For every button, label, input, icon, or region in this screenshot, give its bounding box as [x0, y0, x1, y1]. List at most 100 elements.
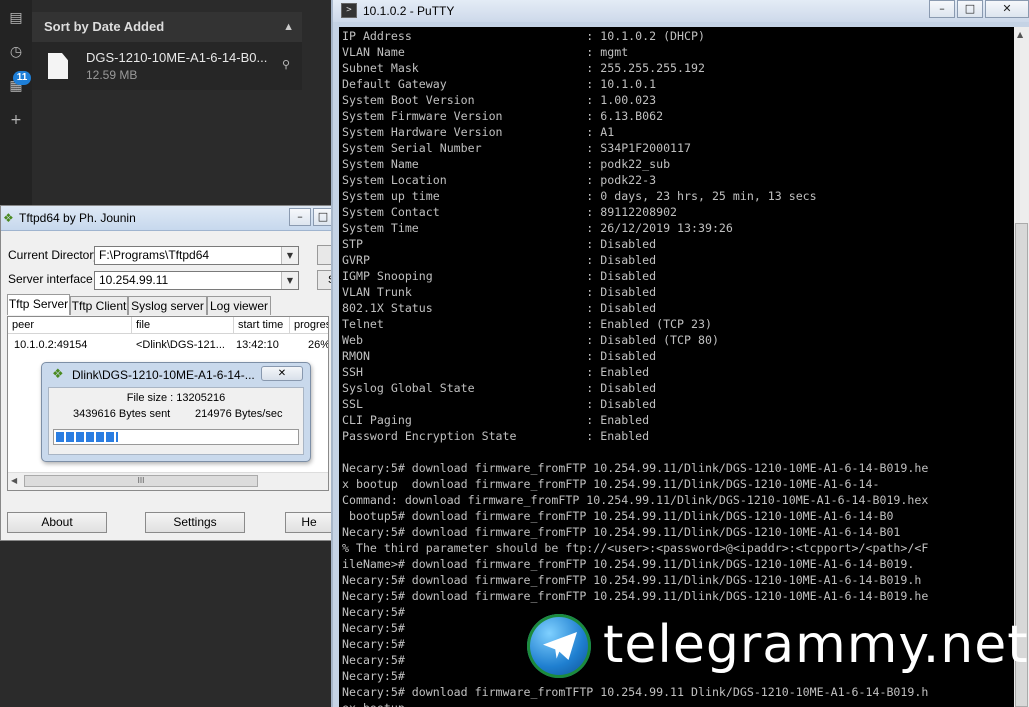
tftpd64-window: ❖ Tftpd64 by Ph. Jounin – □ Current Dire…: [0, 205, 337, 541]
window-title: Tftpd64 by Ph. Jounin: [19, 211, 136, 225]
terminal-line: SSL : Disabled: [342, 397, 657, 411]
terminal-line: Necary:5# download firmware_fromFTP 10.2…: [342, 525, 901, 539]
clock-icon[interactable]: ◷: [8, 44, 24, 60]
terminal-line: Necary:5#: [342, 669, 405, 683]
window-title: 10.1.0.2 - PuTTY: [363, 4, 455, 18]
scrollbar-thumb[interactable]: III: [24, 475, 258, 487]
terminal-line: 802.1X Status : Disabled: [342, 301, 657, 315]
terminal-line: System Hardware Version : A1: [342, 125, 615, 139]
column-header-file[interactable]: file: [132, 317, 234, 334]
tab-tftp-client[interactable]: Tftp Client: [70, 296, 128, 315]
file-icon: [48, 53, 68, 79]
current-directory-label: Current Directory: [8, 248, 100, 262]
telegram-logo-icon: [527, 614, 591, 678]
plus-icon[interactable]: +: [8, 112, 24, 128]
terminal-line: VLAN Name : mgmt: [342, 45, 629, 59]
terminal-line: ex bootup: [342, 701, 405, 707]
terminal-line: System up time : 0 days, 23 hrs, 25 min,…: [342, 189, 817, 203]
terminal-line: Necary:5# download firmware_fromFTP 10.2…: [342, 461, 929, 475]
server-interface-select[interactable]: 10.254.99.11 ▼: [94, 271, 299, 290]
column-header-progress[interactable]: progress: [290, 317, 328, 334]
file-name: DGS-1210-10ME-A1-6-14-B0...: [86, 50, 268, 65]
terminal-line: System Time : 26/12/2019 13:39:26: [342, 221, 733, 235]
chevron-up-icon[interactable]: ▲: [283, 12, 294, 42]
watermark-text: telegrammy.net: [603, 615, 1029, 675]
file-list-item[interactable]: DGS-1210-10ME-A1-6-14-B0... 12.59 MB ⚲: [32, 42, 302, 90]
row-file[interactable]: <Dlink\DGS-121...: [136, 339, 225, 351]
tftpd64-logo-icon: ❖: [3, 211, 14, 225]
terminal-line: Necary:5#: [342, 605, 405, 619]
terminal-line: IP Address : 10.1.0.2 (DHCP): [342, 29, 705, 43]
close-button[interactable]: ✕: [985, 0, 1029, 18]
terminal-line: Necary:5#: [342, 637, 405, 651]
tftpd64-titlebar[interactable]: ❖ Tftpd64 by Ph. Jounin – □: [1, 206, 335, 231]
chevron-down-icon[interactable]: ▼: [281, 272, 298, 289]
column-header-peer[interactable]: peer: [8, 317, 132, 334]
terminal-line: System Name : podk22_sub: [342, 157, 671, 171]
terminal-line: Subnet Mask : 255.255.255.192: [342, 61, 705, 75]
terminal-line: Necary:5# download firmware_fromFTP 10.2…: [342, 589, 929, 603]
help-button[interactable]: He: [285, 512, 333, 533]
terminal-line: System Location : podk22-3: [342, 173, 657, 187]
transfer-dialog-title: Dlink\DGS-1210-10ME-A1-6-14-...: [72, 368, 255, 382]
sort-label: Sort by Date Added: [44, 19, 165, 34]
vertical-scrollbar[interactable]: ▲: [1014, 27, 1029, 707]
terminal-line: Necary:5# download firmware_fromFTP 10.2…: [342, 573, 922, 587]
row-peer[interactable]: 10.1.0.2:49154: [14, 339, 87, 351]
terminal-line: Telnet : Enabled (TCP 23): [342, 317, 712, 331]
column-header-start-time[interactable]: start time: [234, 317, 290, 334]
putty-titlebar[interactable]: > 10.1.0.2 - PuTTY – □ ✕: [333, 0, 1029, 22]
minimize-button[interactable]: –: [929, 0, 955, 18]
tab-syslog-server[interactable]: Syslog server: [128, 296, 207, 315]
about-button[interactable]: About: [7, 512, 107, 533]
panel-gutter: [302, 0, 334, 205]
terminal-line: STP : Disabled: [342, 237, 657, 251]
watermark: telegrammy.net: [527, 614, 1029, 684]
terminal-line: Syslog Global State : Disabled: [342, 381, 657, 395]
row-start-time[interactable]: 13:42:10: [236, 339, 279, 351]
tab-tftp-server[interactable]: Tftp Server: [7, 294, 70, 315]
terminal-line: IGMP Snooping : Disabled: [342, 269, 657, 283]
tftpd64-logo-icon: ❖: [52, 367, 64, 382]
putty-terminal-icon: >: [341, 3, 357, 18]
transfer-progress-dialog: ❖ Dlink\DGS-1210-10ME-A1-6-14-... ✕ File…: [41, 362, 311, 462]
file-size-text: File size : 13205216: [126, 392, 226, 404]
notification-badge: 11: [13, 71, 31, 85]
maximize-button[interactable]: □: [313, 208, 333, 226]
close-button[interactable]: ✕: [261, 366, 303, 381]
terminal-line: bootup5# download firmware_fromFTP 10.25…: [342, 509, 894, 523]
tab-log-viewer[interactable]: Log viewer: [207, 296, 271, 315]
terminal-line: RMON : Disabled: [342, 349, 657, 363]
putty-frame: IP Address : 10.1.0.2 (DHCP) VLAN Name :…: [333, 22, 1029, 707]
transfer-rate-text: 214976 Bytes/sec: [195, 408, 283, 420]
search-icon[interactable]: ⚲: [282, 58, 290, 71]
terminal-line: ileName># download firmware_fromFTP 10.2…: [342, 557, 915, 571]
chevron-down-icon[interactable]: ▼: [281, 247, 298, 264]
terminal-line: x bootup download firmware_fromFTP 10.25…: [342, 477, 880, 491]
terminal-line: VLAN Trunk : Disabled: [342, 285, 657, 299]
minimize-button[interactable]: –: [289, 208, 311, 226]
terminal-output[interactable]: IP Address : 10.1.0.2 (DHCP) VLAN Name :…: [339, 27, 1014, 707]
server-interface-value: 10.254.99.11: [99, 273, 169, 287]
terminal-line: Command: download firmware_fromFTP 10.25…: [342, 493, 929, 507]
server-interface-label: Server interface: [8, 272, 93, 286]
current-directory-select[interactable]: F:\Programs\Tftpd64 ▼: [94, 246, 299, 265]
settings-button[interactable]: Settings: [145, 512, 245, 533]
transfer-progress-bar: [53, 429, 299, 445]
terminal-line: % The third parameter should be ftp://<u…: [342, 541, 929, 555]
horizontal-scrollbar[interactable]: ◀ III: [8, 472, 328, 490]
scroll-up-icon[interactable]: ▲: [1017, 30, 1023, 39]
transfer-dialog-body: File size : 13205216 3439616 Bytes sent …: [48, 387, 304, 455]
downloads-panel: ▤ ◷ ▦ 11 + Sort by Date Added ▲ DGS-1210…: [0, 0, 334, 205]
maximize-button[interactable]: □: [957, 0, 983, 18]
bytes-sent-text: 3439616 Bytes sent: [73, 408, 171, 420]
scroll-left-icon[interactable]: ◀: [11, 476, 17, 485]
terminal-line: CLI Paging : Enabled: [342, 413, 650, 427]
paper-plane-icon: [543, 632, 577, 660]
sort-header[interactable]: Sort by Date Added ▲: [32, 12, 302, 42]
terminal-line: SSH : Enabled: [342, 365, 650, 379]
terminal-line: GVRP : Disabled: [342, 253, 657, 267]
row-progress[interactable]: 26%: [308, 339, 328, 351]
terminal-line: Web : Disabled (TCP 80): [342, 333, 719, 347]
clipboard-icon[interactable]: ▤: [8, 10, 24, 26]
